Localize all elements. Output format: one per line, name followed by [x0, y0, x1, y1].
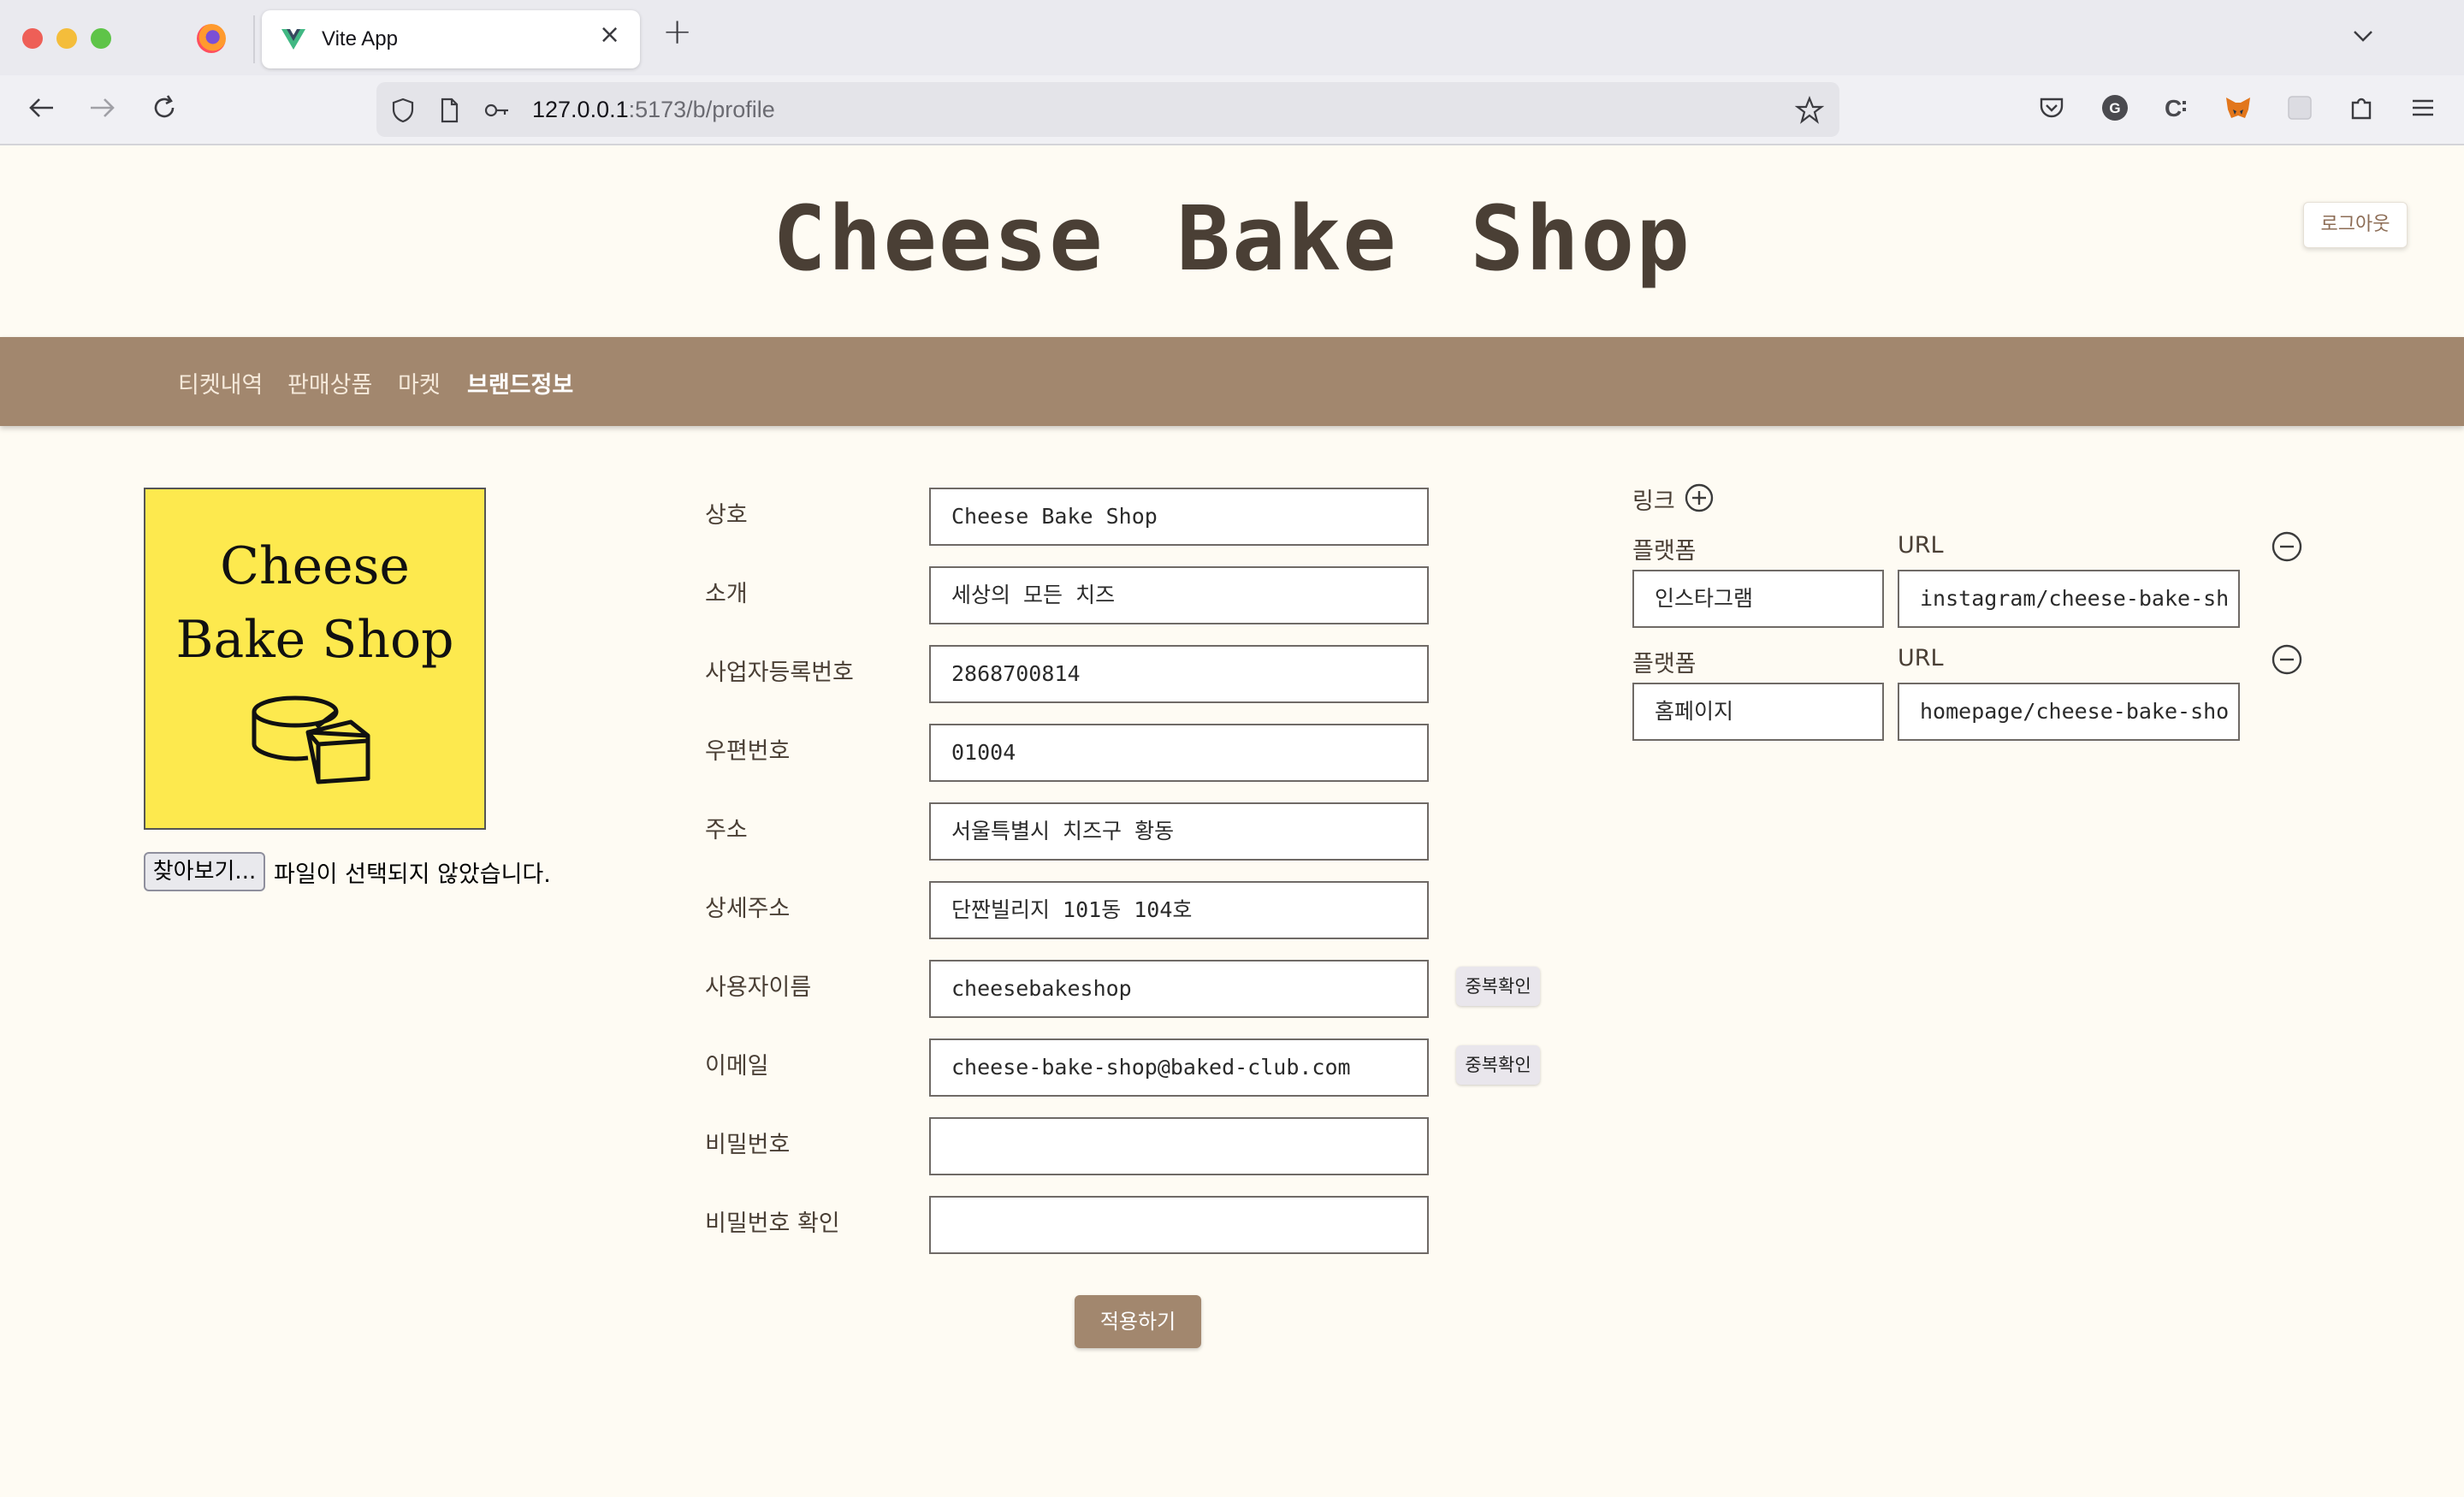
username-input[interactable]: cheesebakeshop — [929, 960, 1429, 1018]
chevron-down-icon[interactable] — [2346, 19, 2380, 53]
link-platform-input[interactable]: 인스타그램 — [1632, 570, 1884, 628]
menu-icon[interactable] — [2408, 92, 2438, 123]
add-link-icon[interactable] — [1684, 482, 1715, 513]
maximize-window-button[interactable] — [91, 28, 111, 49]
logo-text-line2: Bake Shop — [175, 610, 454, 670]
password-confirm-input[interactable] — [929, 1196, 1429, 1254]
postal-code-input[interactable]: 01004 — [929, 724, 1429, 782]
tab-vite-app[interactable]: Vite App × — [262, 10, 640, 68]
remove-link-icon[interactable] — [2271, 530, 2303, 563]
field-label-company: 상호 — [705, 502, 748, 529]
links-title: 링크 — [1632, 488, 1675, 515]
pocket-icon[interactable] — [2036, 92, 2067, 123]
nav-item-brand-info[interactable]: 브랜드정보 — [467, 366, 573, 399]
url-bar[interactable]: 127.0.0.1:5173/b/profile — [376, 82, 1839, 137]
main-navbar: 티켓내역 판매상품 마켓 브랜드정보 — [0, 337, 2464, 426]
address-input[interactable]: 서울특별시 치즈구 황동 — [929, 802, 1429, 861]
shield-icon[interactable] — [388, 96, 418, 125]
firefox-icon[interactable] — [197, 24, 226, 53]
vite-icon — [281, 29, 305, 50]
link-url-label: URL — [1898, 532, 1944, 559]
key-icon[interactable] — [483, 96, 512, 125]
svg-text:C: C — [2165, 95, 2182, 121]
brand-logo-image: Cheese Bake Shop — [144, 488, 486, 830]
close-tab-icon[interactable]: × — [599, 22, 620, 48]
logo-text-line1: Cheese — [220, 536, 410, 596]
tab-title: Vite App — [322, 27, 398, 50]
field-label-business-number: 사업자등록번호 — [705, 660, 854, 686]
tab-divider — [253, 15, 255, 63]
field-label-email: 이메일 — [705, 1053, 769, 1080]
metamask-icon[interactable] — [2223, 92, 2254, 123]
nav-item-products[interactable]: 판매상품 — [287, 366, 372, 399]
field-label-address: 주소 — [705, 817, 748, 843]
email-input[interactable]: cheese-bake-shop@baked-club.com — [929, 1038, 1429, 1097]
company-name-input[interactable]: Cheese Bake Shop — [929, 488, 1429, 546]
apply-button[interactable]: 적용하기 — [1075, 1295, 1201, 1348]
email-duplicate-check-button[interactable]: 중복확인 — [1456, 1045, 1540, 1085]
extension-icon[interactable] — [2284, 92, 2315, 123]
link-url-input[interactable]: homepage/cheese-bake-sho — [1898, 683, 2240, 741]
site-title: Cheese Bake Shop — [773, 186, 1691, 291]
new-tab-icon[interactable]: + — [662, 14, 692, 50]
remove-link-icon[interactable] — [2271, 643, 2303, 676]
field-label-intro: 소개 — [705, 581, 748, 607]
url-text[interactable]: 127.0.0.1:5173/b/profile — [532, 97, 775, 123]
page-icon[interactable] — [435, 96, 464, 125]
svg-text:G: G — [2109, 100, 2120, 116]
field-label-username: 사용자이름 — [705, 974, 812, 1001]
address-detail-input[interactable]: 단짠빌리지 101동 104호 — [929, 881, 1429, 939]
back-icon[interactable] — [24, 91, 58, 125]
browser-chrome: Vite App × + 127.0.0.1:5173/b/profile G … — [0, 0, 2464, 145]
link-platform-label: 플랫폼 — [1632, 651, 1697, 677]
field-label-password: 비밀번호 — [705, 1132, 791, 1158]
link-url-input[interactable]: instagram/cheese-bake-sh — [1898, 570, 2240, 628]
intro-input[interactable]: 세상의 모든 치즈 — [929, 566, 1429, 624]
field-label-postal-code: 우편번호 — [705, 738, 791, 765]
link-platform-label: 플랫폼 — [1632, 538, 1697, 565]
link-url-label: URL — [1898, 645, 1944, 672]
field-label-password-confirm: 비밀번호 확인 — [705, 1210, 840, 1237]
link-platform-input[interactable]: 홈페이지 — [1632, 683, 1884, 741]
reload-icon[interactable] — [147, 91, 181, 125]
nav-item-tickets[interactable]: 티켓내역 — [178, 366, 263, 399]
field-label-address-detail: 상세주소 — [705, 896, 791, 922]
forward-icon[interactable] — [86, 91, 120, 125]
puzzle-icon[interactable] — [2346, 92, 2377, 123]
extension-c-icon[interactable]: C — [2161, 92, 2192, 123]
cheese-icon — [252, 695, 370, 784]
logout-button[interactable]: 로그아웃 — [2303, 202, 2408, 248]
password-input[interactable] — [929, 1117, 1429, 1175]
browse-file-button[interactable]: 찾아보기... — [144, 852, 265, 891]
grammarly-icon[interactable]: G — [2100, 92, 2130, 123]
tab-bar: Vite App × + — [0, 0, 2464, 75]
file-status-text: 파일이 선택되지 않았습니다. — [274, 861, 551, 888]
star-icon[interactable] — [1795, 96, 1824, 125]
nav-item-market[interactable]: 마켓 — [398, 366, 441, 399]
username-duplicate-check-button[interactable]: 중복확인 — [1456, 967, 1540, 1006]
close-window-button[interactable] — [22, 28, 43, 49]
business-number-input[interactable]: 2868700814 — [929, 645, 1429, 703]
minimize-window-button[interactable] — [56, 28, 77, 49]
